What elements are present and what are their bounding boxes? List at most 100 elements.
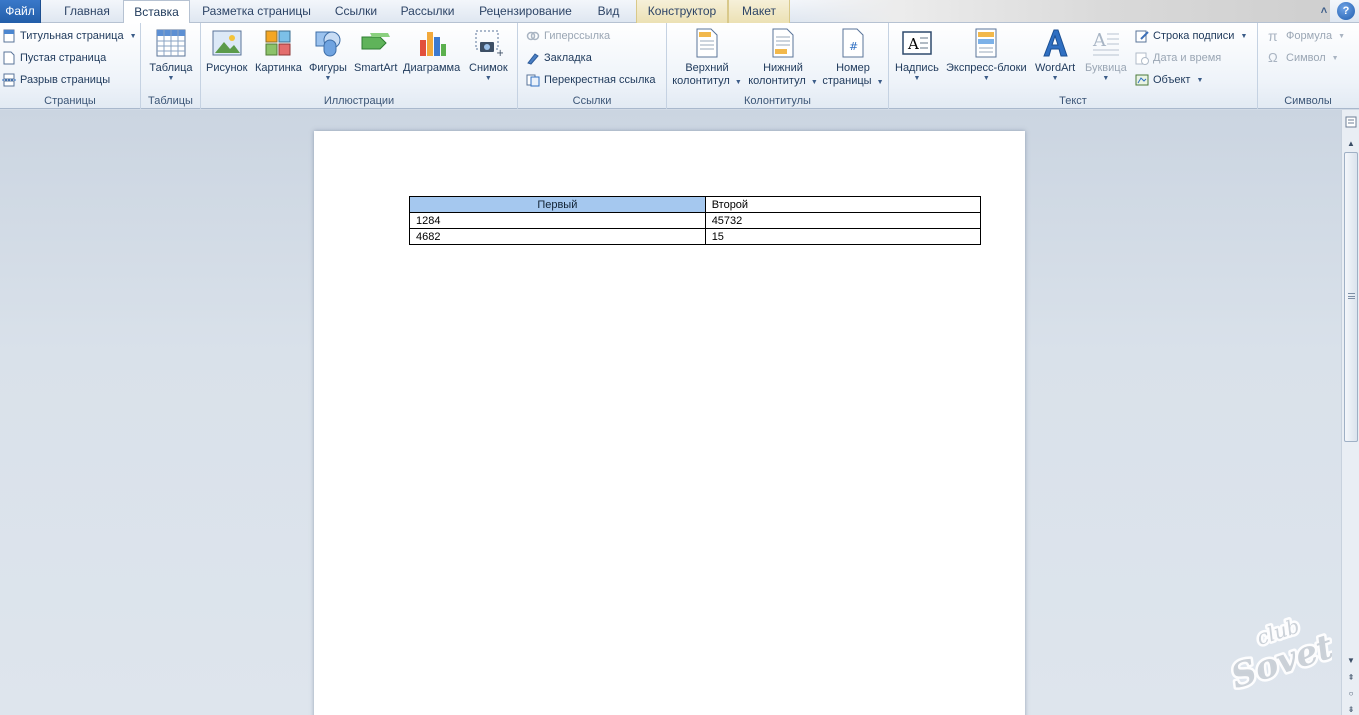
tab-table-design[interactable]: Конструктор bbox=[636, 0, 728, 23]
blank-page-button[interactable]: Пустая страница bbox=[2, 48, 106, 68]
title-area bbox=[790, 0, 1330, 22]
footer-button[interactable]: Нижний колонтитул ▼ bbox=[747, 27, 819, 89]
group-illustrations-label: Иллюстрации bbox=[323, 95, 395, 107]
clipart-label: Картинка bbox=[255, 62, 302, 74]
svg-text:#: # bbox=[849, 40, 858, 53]
header-button[interactable]: Верхний колонтитул ▼ bbox=[672, 27, 742, 89]
grip-icon bbox=[1348, 293, 1355, 299]
tab-table-layout[interactable]: Макет bbox=[728, 0, 790, 23]
scrollbar-thumb[interactable] bbox=[1344, 152, 1358, 442]
tab-view[interactable]: Вид bbox=[585, 0, 632, 23]
cross-reference-button[interactable]: Перекрестная ссылка bbox=[526, 70, 656, 90]
tab-insert[interactable]: Вставка bbox=[123, 0, 190, 24]
blank-page-label: Пустая страница bbox=[20, 52, 107, 64]
document-table[interactable]: Первый Второй 1284 45732 4682 15 bbox=[409, 196, 982, 245]
group-links: Гиперссылка Закладка Перекрестная ссылка… bbox=[518, 23, 667, 109]
shapes-label: Фигуры bbox=[309, 62, 347, 74]
table-row: 1284 45732 bbox=[409, 212, 982, 229]
tab-references[interactable]: Ссылки bbox=[324, 0, 388, 23]
omega-icon: Ω bbox=[1268, 50, 1278, 65]
blank-page-icon bbox=[3, 51, 15, 65]
drop-cap-label: Буквица bbox=[1085, 62, 1127, 74]
table-cell[interactable]: 4682 bbox=[409, 228, 706, 245]
table-row: Первый Второй bbox=[409, 196, 982, 213]
bookmark-button[interactable]: Закладка bbox=[526, 48, 592, 68]
previous-page-icon[interactable]: ⇞ bbox=[1343, 670, 1359, 684]
group-header-footer-label: Колонтитулы bbox=[744, 95, 811, 107]
cover-page-button[interactable]: Титульная страница ▼ bbox=[2, 26, 137, 46]
group-pages-label: Страницы bbox=[44, 95, 96, 107]
page-number-label: Номер страницы ▼ bbox=[822, 62, 884, 87]
ribbon: Титульная страница ▼ Пустая страница Разр… bbox=[0, 23, 1359, 109]
quick-parts-button[interactable]: Экспресс-блоки ▼ bbox=[946, 27, 1027, 83]
hyperlink-label: Гиперссылка bbox=[544, 30, 611, 42]
document-page[interactable]: Первый Второй 1284 45732 4682 15 bbox=[314, 131, 1025, 715]
watermark-logo: club Sovet club Sovet bbox=[1224, 611, 1332, 690]
scroll-up-icon[interactable]: ▲ bbox=[1343, 136, 1359, 150]
equation-label: Формула bbox=[1286, 30, 1333, 42]
group-header-footer: Верхний колонтитул ▼ Нижний колонтитул ▼ #… bbox=[667, 23, 889, 109]
page-break-icon bbox=[2, 73, 16, 87]
tab-page-layout[interactable]: Разметка страницы bbox=[193, 0, 320, 23]
scroll-down-icon[interactable]: ▼ bbox=[1343, 653, 1359, 667]
smartart-button[interactable]: SmartArt bbox=[354, 27, 397, 75]
equation-button[interactable]: π Формула ▼ bbox=[1268, 26, 1345, 46]
tab-mailings[interactable]: Рассылки bbox=[390, 0, 465, 23]
page-break-button[interactable]: Разрыв страницы bbox=[2, 70, 110, 90]
header-icon bbox=[691, 27, 723, 59]
browse-object-icon[interactable]: ○ bbox=[1343, 686, 1359, 700]
table-row: 4682 15 bbox=[409, 228, 982, 245]
table-button[interactable]: Таблица ▼ bbox=[148, 27, 194, 83]
date-time-button[interactable]: Дата и время bbox=[1135, 48, 1221, 68]
help-icon[interactable]: ? bbox=[1337, 2, 1355, 20]
screenshot-button[interactable]: + Снимок ▼ bbox=[469, 27, 508, 83]
signature-line-button[interactable]: Строка подписи ▼ bbox=[1135, 26, 1247, 46]
cross-reference-icon bbox=[526, 74, 540, 87]
chart-button[interactable]: Диаграмма bbox=[403, 27, 460, 75]
screenshot-icon: + bbox=[472, 27, 504, 59]
textbox-icon: A bbox=[901, 27, 933, 59]
smartart-label: SmartArt bbox=[354, 62, 398, 74]
date-time-label: Дата и время bbox=[1153, 52, 1222, 64]
wordart-label: WordArt bbox=[1035, 62, 1076, 74]
bookmark-label: Закладка bbox=[544, 52, 592, 64]
group-tables-label: Таблицы bbox=[148, 95, 193, 107]
minimize-ribbon-icon[interactable]: ˄ bbox=[1315, 2, 1333, 20]
hyperlink-button[interactable]: Гиперссылка bbox=[526, 26, 610, 46]
date-time-icon bbox=[1135, 52, 1149, 65]
next-page-icon[interactable]: ⇟ bbox=[1343, 702, 1359, 715]
tabbar-controls: ˄ ? bbox=[1315, 2, 1355, 21]
drop-cap-icon: A bbox=[1090, 27, 1122, 59]
tab-review[interactable]: Рецензирование bbox=[468, 0, 583, 23]
table-label: Таблица bbox=[149, 62, 193, 74]
tab-file[interactable]: Файл bbox=[0, 0, 41, 23]
table-cell[interactable]: 15 bbox=[704, 228, 982, 245]
svg-text:A: A bbox=[1092, 30, 1107, 51]
table-cell[interactable]: 45732 bbox=[704, 212, 982, 229]
page-number-button[interactable]: # Номер страницы ▼ bbox=[821, 27, 885, 89]
smartart-icon bbox=[360, 27, 392, 59]
picture-label: Рисунок bbox=[206, 62, 248, 74]
footer-label: Нижний колонтитул ▼ bbox=[748, 62, 818, 87]
object-button[interactable]: Объект ▼ bbox=[1135, 70, 1203, 90]
document-workspace[interactable]: Первый Второй 1284 45732 4682 15 bbox=[0, 110, 1341, 715]
textbox-button[interactable]: A Надпись ▼ bbox=[895, 27, 939, 83]
cover-page-icon bbox=[3, 29, 15, 43]
group-text-label: Текст bbox=[1059, 95, 1087, 107]
group-text: A Надпись ▼ Экспресс-блоки ▼ WordArt ▼ A… bbox=[889, 23, 1258, 109]
symbol-button[interactable]: Ω Символ ▼ bbox=[1268, 48, 1339, 68]
drop-cap-button[interactable]: A Буквица ▼ bbox=[1085, 27, 1127, 83]
table-cell[interactable]: 1284 bbox=[409, 212, 706, 229]
shapes-button[interactable]: Фигуры ▼ bbox=[309, 27, 347, 83]
vertical-scrollbar[interactable]: ▲ ▼ ⇞ ○ ⇟ bbox=[1341, 110, 1359, 715]
clipart-button[interactable]: Картинка bbox=[255, 27, 302, 75]
wordart-button[interactable]: WordArt ▼ bbox=[1035, 27, 1075, 83]
group-pages: Титульная страница ▼ Пустая страница Разр… bbox=[0, 23, 141, 109]
table-cell[interactable]: Второй bbox=[704, 196, 982, 213]
object-icon bbox=[1135, 74, 1149, 86]
tab-home[interactable]: Главная bbox=[53, 0, 121, 23]
ruler-toggle-icon[interactable] bbox=[1343, 115, 1359, 129]
table-cell[interactable]: Первый bbox=[409, 196, 706, 213]
pi-icon: π bbox=[1268, 28, 1278, 44]
picture-button[interactable]: Рисунок bbox=[206, 27, 248, 75]
